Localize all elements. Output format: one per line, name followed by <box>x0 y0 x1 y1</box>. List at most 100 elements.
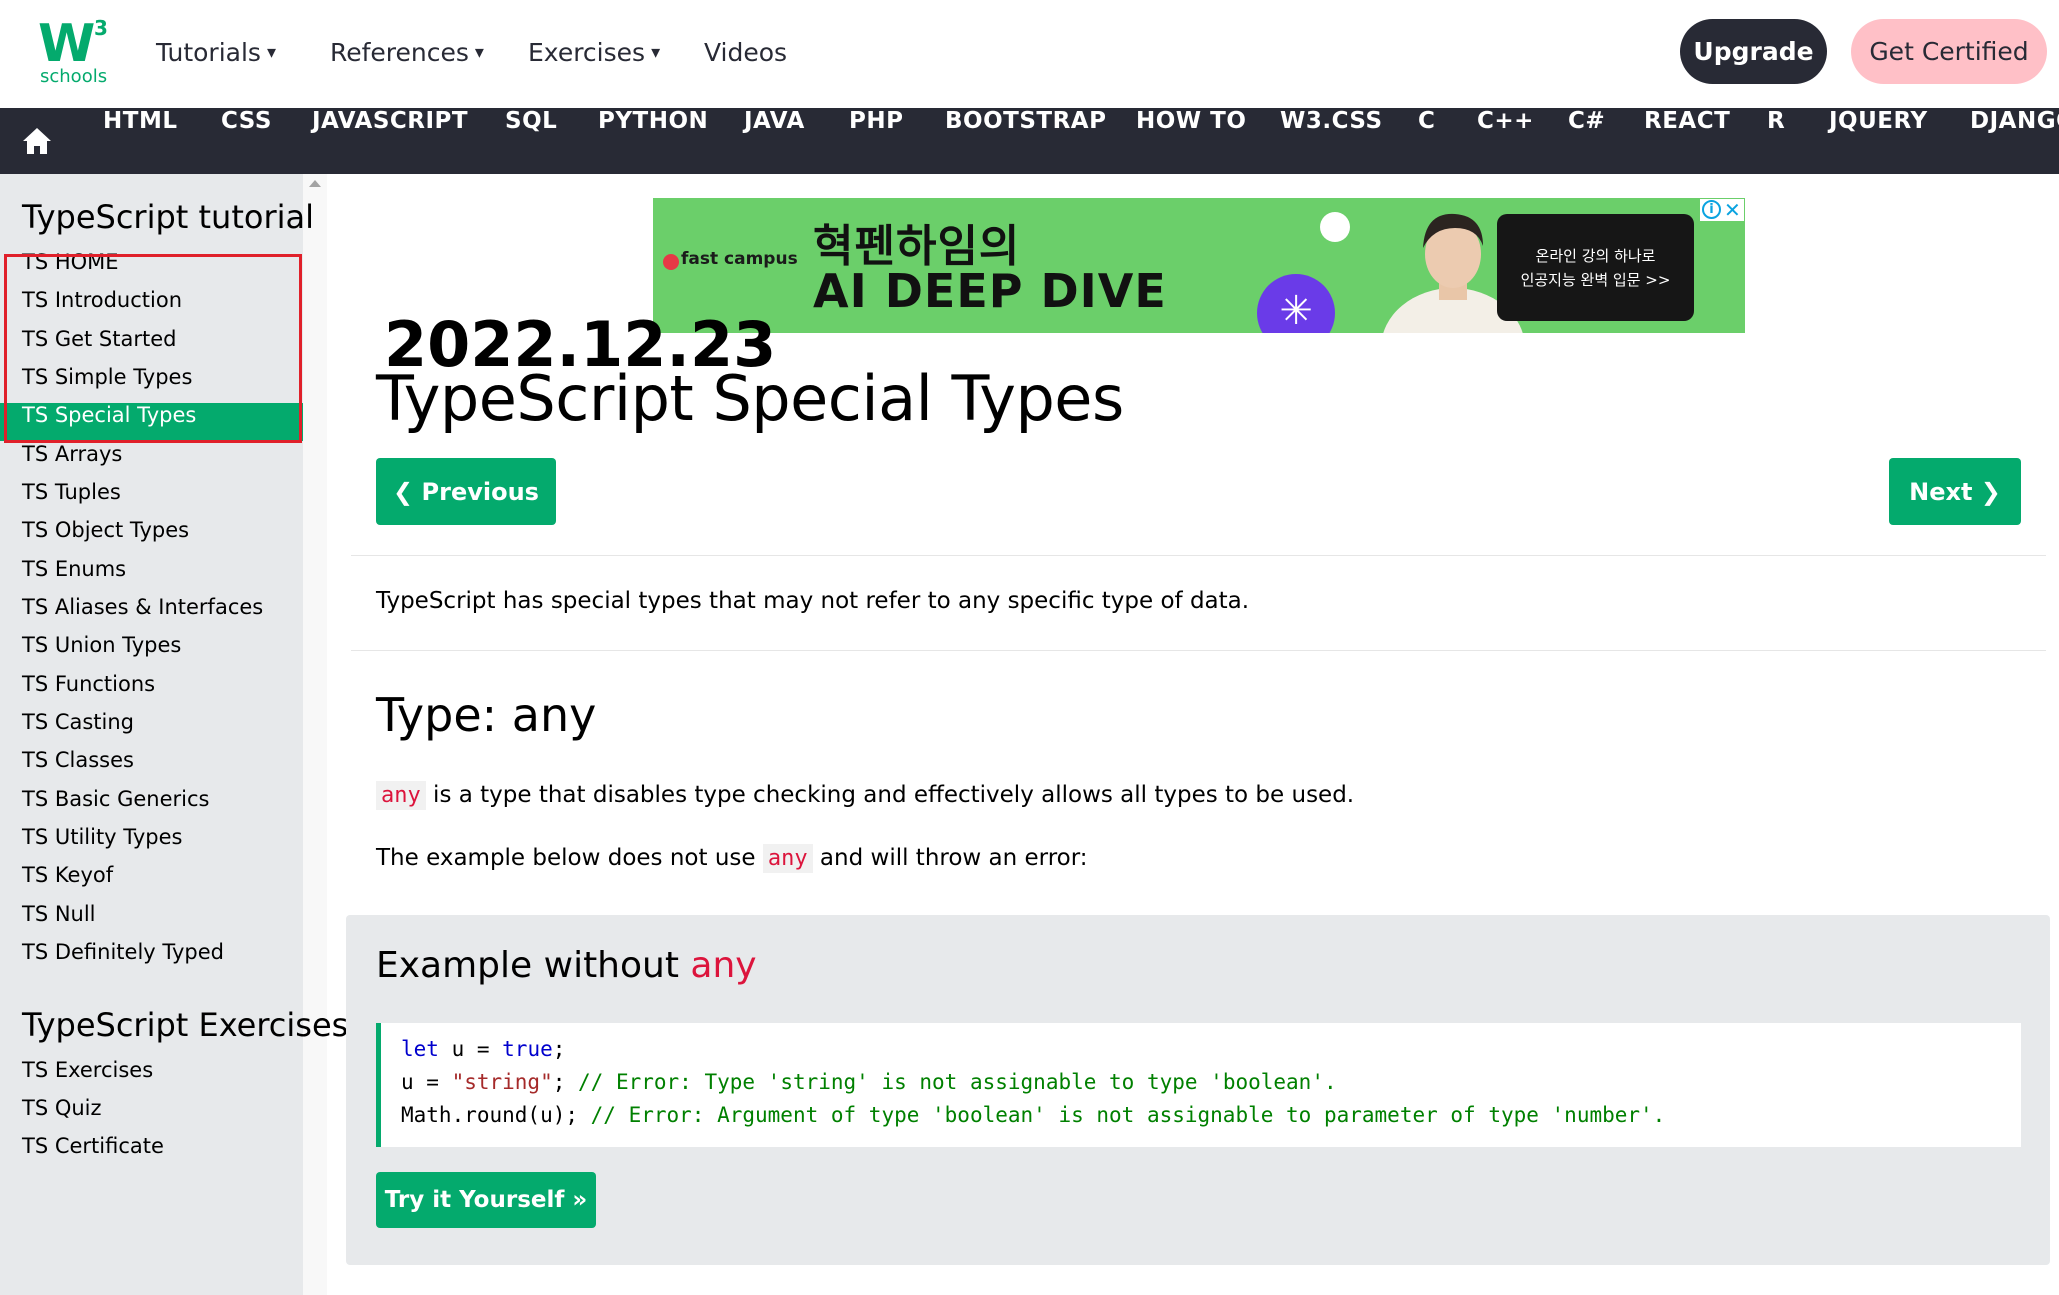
subnav-html[interactable]: HTML <box>103 108 177 174</box>
ad-headline-line2: AI DEEP DIVE <box>813 264 1167 318</box>
code-text: Math.round(u); <box>401 1103 591 1127</box>
sidebar-exercises-heading: TypeScript Exercises <box>22 1006 349 1044</box>
code-text: ; <box>552 1070 579 1094</box>
subnav-r[interactable]: R <box>1767 108 1785 174</box>
sidebar-item-ts-home[interactable]: TS HOME <box>0 250 303 288</box>
sidebar-item-ts-object-types[interactable]: TS Object Types <box>0 518 303 556</box>
logo-mark: W <box>38 14 95 74</box>
any-description-text: is a type that disables type checking an… <box>425 782 1355 808</box>
sidebar-item-ts-utility-types[interactable]: TS Utility Types <box>0 825 303 863</box>
sidebar-item-ts-simple-types[interactable]: TS Simple Types <box>0 365 303 403</box>
subnav-javascript[interactable]: JAVASCRIPT <box>312 108 468 174</box>
sidebar-item-ts-definitely-typed[interactable]: TS Definitely Typed <box>0 940 303 978</box>
divider <box>351 555 2046 556</box>
code-text: u = <box>401 1070 452 1094</box>
subnav-python[interactable]: PYTHON <box>598 108 708 174</box>
topnav-references[interactable]: References ▾ <box>330 34 484 70</box>
example-heading: Example without any <box>376 945 757 986</box>
sidebar-item-ts-casting[interactable]: TS Casting <box>0 710 303 748</box>
ad-brand: fast campus <box>663 249 798 270</box>
language-nav-bar: HTML CSS JAVASCRIPT SQL PYTHON JAVA PHP … <box>0 108 2059 174</box>
subnav-css[interactable]: CSS <box>221 108 272 174</box>
sidebar-item-ts-keyof[interactable]: TS Keyof <box>0 863 303 901</box>
ad-controls: i ✕ <box>1700 198 1744 222</box>
ad-cta-line1: 온라인 강의 하나로 <box>1535 247 1656 265</box>
subnav-php[interactable]: PHP <box>849 108 903 174</box>
sidebar-item-ts-null[interactable]: TS Null <box>0 902 303 940</box>
sidebar-scrollbar[interactable] <box>303 174 327 1295</box>
ad-cta-line2: 인공지능 완벽 입문 >> <box>1520 271 1671 289</box>
any-description: any is a type that disables type checkin… <box>376 781 1355 810</box>
upgrade-button[interactable]: Upgrade <box>1680 19 1827 84</box>
sidebar-item-ts-quiz[interactable]: TS Quiz <box>0 1096 303 1134</box>
next-button[interactable]: Next ❯ <box>1889 458 2021 525</box>
ad-cta-button[interactable]: 온라인 강의 하나로 인공지능 완벽 입문 >> <box>1497 214 1694 321</box>
subnav-jquery[interactable]: JQUERY <box>1829 108 1928 174</box>
intro-paragraph: TypeScript has special types that may no… <box>376 588 1250 614</box>
subnav-react[interactable]: REACT <box>1644 108 1730 174</box>
sidebar-item-ts-tuples[interactable]: TS Tuples <box>0 480 303 518</box>
sidebar-item-ts-enums[interactable]: TS Enums <box>0 557 303 595</box>
caret-down-icon: ▾ <box>266 41 276 63</box>
sidebar-item-ts-classes[interactable]: TS Classes <box>0 748 303 786</box>
code-comment: // Error: Argument of type 'boolean' is … <box>590 1103 1666 1127</box>
topnav-videos[interactable]: Videos <box>704 34 787 70</box>
inline-code-any: any <box>376 781 426 810</box>
code-keyword: let <box>401 1037 439 1061</box>
sidebar-item-ts-certificate[interactable]: TS Certificate <box>0 1134 303 1172</box>
logo-superscript: 3 <box>94 16 108 40</box>
sidebar-item-ts-union-types[interactable]: TS Union Types <box>0 633 303 671</box>
ad-info-icon[interactable]: i <box>1702 200 1721 219</box>
caret-down-icon: ▾ <box>651 41 661 63</box>
ad-close-icon[interactable]: ✕ <box>1724 198 1741 222</box>
subnav-cpp[interactable]: C++ <box>1477 108 1534 174</box>
topnav-label: Exercises <box>528 37 646 67</box>
sidebar-item-ts-get-started[interactable]: TS Get Started <box>0 327 303 365</box>
ad-decor-circle <box>1320 212 1350 242</box>
sidebar-item-ts-functions[interactable]: TS Functions <box>0 672 303 710</box>
code-line: u = "string"; // Error: Type 'string' is… <box>401 1070 2021 1103</box>
caret-down-icon: ▾ <box>474 41 484 63</box>
example-intro-before: The example below does not use <box>376 845 763 871</box>
code-text: ; <box>552 1037 566 1061</box>
home-icon[interactable] <box>22 127 52 155</box>
previous-button[interactable]: ❮ Previous <box>376 458 556 525</box>
get-certified-button[interactable]: Get Certified <box>1851 19 2047 84</box>
ad-brand-text: fast campus <box>681 249 798 269</box>
topnav-exercises[interactable]: Exercises ▾ <box>528 34 660 70</box>
ad-sparkle-icon: ✳ <box>1257 274 1335 333</box>
sidebar-item-ts-aliases-interfaces[interactable]: TS Aliases & Interfaces <box>0 595 303 633</box>
topnav-tutorials[interactable]: Tutorials ▾ <box>156 34 276 70</box>
code-comment: // Error: Type 'string' is not assignabl… <box>578 1070 1337 1094</box>
sidebar-item-ts-introduction[interactable]: TS Introduction <box>0 288 303 326</box>
example-heading-keyword: any <box>690 945 757 986</box>
subnav-bootstrap[interactable]: BOOTSTRAP <box>945 108 1106 174</box>
sidebar-item-ts-exercises[interactable]: TS Exercises <box>0 1058 303 1096</box>
subnav-django[interactable]: DJANGO <box>1970 108 2059 174</box>
ad-banner[interactable]: fast campus 혁펜하임의 AI DEEP DIVE ✳ 온라인 강의 … <box>653 198 1745 333</box>
code-line: let u = true; <box>401 1037 2021 1070</box>
divider <box>351 650 2046 651</box>
example-heading-prefix: Example without <box>376 945 691 986</box>
scroll-up-arrow-icon[interactable] <box>309 180 321 187</box>
sidebar-item-ts-basic-generics[interactable]: TS Basic Generics <box>0 787 303 825</box>
try-it-yourself-button[interactable]: Try it Yourself » <box>376 1172 596 1228</box>
inline-code-any: any <box>762 844 813 873</box>
subnav-sql[interactable]: SQL <box>505 108 557 174</box>
subnav-java[interactable]: JAVA <box>744 108 805 174</box>
subnav-csharp[interactable]: C# <box>1568 108 1605 174</box>
page-title: TypeScript Special Types <box>376 362 1124 435</box>
code-keyword: true <box>502 1037 553 1061</box>
code-line: Math.round(u); // Error: Argument of typ… <box>401 1103 2021 1136</box>
subnav-c[interactable]: C <box>1418 108 1435 174</box>
sidebar-item-ts-arrays[interactable]: TS Arrays <box>0 442 303 480</box>
code-block: let u = true; u = "string"; // Error: Typ… <box>376 1023 2021 1147</box>
subnav-w3css[interactable]: W3.CSS <box>1280 108 1383 174</box>
sidebar-item-ts-special-types[interactable]: TS Special Types <box>0 403 303 441</box>
code-text: u = <box>438 1037 503 1061</box>
example-intro: The example below does not use any and w… <box>376 844 1088 873</box>
top-header: W 3 schools Tutorials ▾ References ▾ Exe… <box>0 0 2059 108</box>
w3schools-logo[interactable]: W 3 schools <box>38 16 118 88</box>
fastcampus-logo-icon <box>663 254 679 270</box>
subnav-how-to[interactable]: HOW TO <box>1136 108 1246 174</box>
